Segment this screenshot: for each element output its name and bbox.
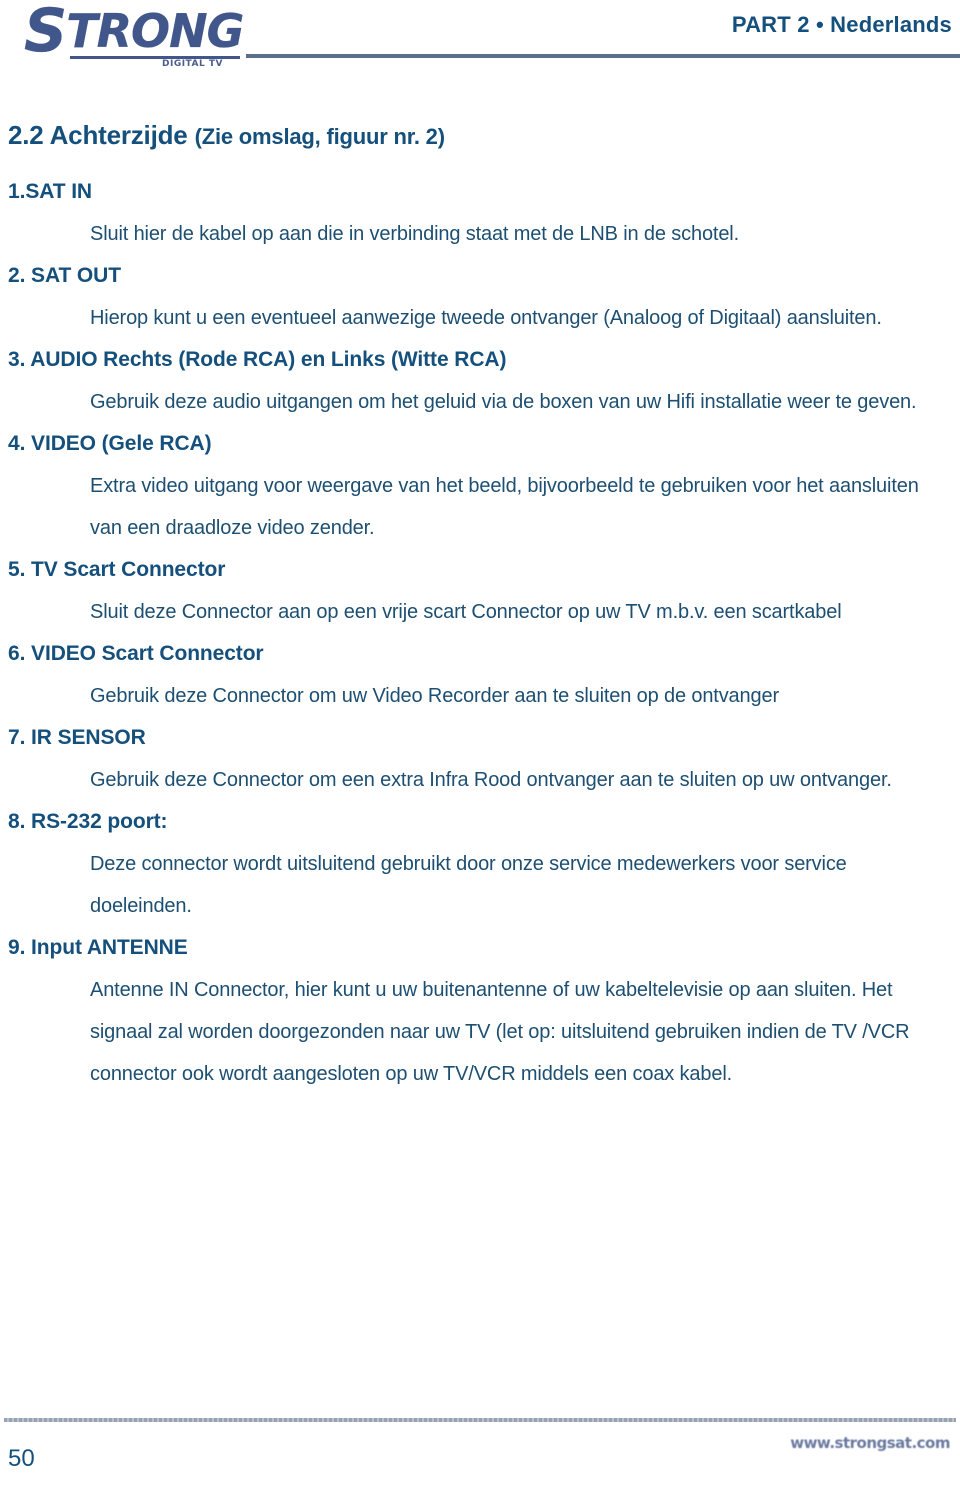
connector-spec-list: 1.SAT IN Sluit hier de kabel op aan die … xyxy=(0,171,960,1095)
logo-wordmark-lead: S xyxy=(24,0,68,66)
spec-heading: 4. VIDEO (Gele RCA) xyxy=(8,432,212,455)
page-number: 50 xyxy=(8,1445,35,1472)
spec-body: Deze connector wordt uitsluitend gebruik… xyxy=(90,853,847,917)
spec-body: Gebruik deze Connector om een extra Infr… xyxy=(90,769,892,791)
spec-heading: 6. VIDEO Scart Connector xyxy=(8,642,264,665)
spec-heading: 1.SAT IN xyxy=(8,180,92,203)
list-item: 3. AUDIO Rechts (Rode RCA) en Links (Wit… xyxy=(0,339,960,423)
footer-divider-rule xyxy=(4,1418,956,1422)
section-title-main: 2.2 Achterzijde xyxy=(8,120,195,150)
page-title: 2.2 Achterzijde (Zie omslag, figuur nr. … xyxy=(8,120,960,151)
spec-heading: 3. AUDIO Rechts (Rode RCA) en Links (Wit… xyxy=(8,348,507,371)
logo-subtitle: DIGITAL TV xyxy=(162,59,223,69)
spec-body: Hierop kunt u een eventueel aanwezige tw… xyxy=(90,307,882,329)
spec-body: Gebruik deze audio uitgangen om het gelu… xyxy=(90,391,917,413)
spec-heading: 8. RS-232 poort: xyxy=(8,810,168,833)
list-item: 9. Input ANTENNE Antenne IN Connector, h… xyxy=(0,927,960,1095)
list-item: 2. SAT OUT Hierop kunt u een eventueel a… xyxy=(0,255,960,339)
section-title-parenthetical: (Zie omslag, figuur nr. 2) xyxy=(194,124,445,149)
spec-body: Sluit deze Connector aan op een vrije sc… xyxy=(90,601,842,623)
spec-heading: 5. TV Scart Connector xyxy=(8,558,226,581)
spec-body: Gebruik deze Connector om uw Video Recor… xyxy=(90,685,779,707)
list-item: 8. RS-232 poort: Deze connector wordt ui… xyxy=(0,801,960,927)
spec-body: Antenne IN Connector, hier kunt u uw bui… xyxy=(90,979,910,1085)
header-part-title: PART 2 • Nederlands xyxy=(731,12,952,37)
logo-wordmark: STRONG xyxy=(22,1,245,61)
spec-heading: 2. SAT OUT xyxy=(8,264,121,287)
page-footer: 50 www.strongsat.com xyxy=(0,1390,960,1488)
logo-wordmark-rest: TRONG xyxy=(66,4,244,58)
strong-logo: STRONG DIGITAL TV xyxy=(22,1,245,78)
spec-body: Sluit hier de kabel op aan die in verbin… xyxy=(90,223,740,245)
footer-website-url: www.strongsat.com xyxy=(790,1434,950,1452)
spec-heading: 9. Input ANTENNE xyxy=(8,936,188,959)
list-item: 6. VIDEO Scart Connector Gebruik deze Co… xyxy=(0,633,960,717)
spec-heading: 7. IR SENSOR xyxy=(8,726,146,749)
list-item: 4. VIDEO (Gele RCA) Extra video uitgang … xyxy=(0,423,960,549)
spec-body: Extra video uitgang voor weergave van he… xyxy=(90,475,919,539)
page-header: STRONG DIGITAL TV PART 2 • Nederlands xyxy=(0,0,960,92)
header-divider-rule xyxy=(246,54,960,58)
list-item: 7. IR SENSOR Gebruik deze Connector om e… xyxy=(0,717,960,801)
list-item: 5. TV Scart Connector Sluit deze Connect… xyxy=(0,549,960,633)
list-item: 1.SAT IN Sluit hier de kabel op aan die … xyxy=(0,171,960,255)
